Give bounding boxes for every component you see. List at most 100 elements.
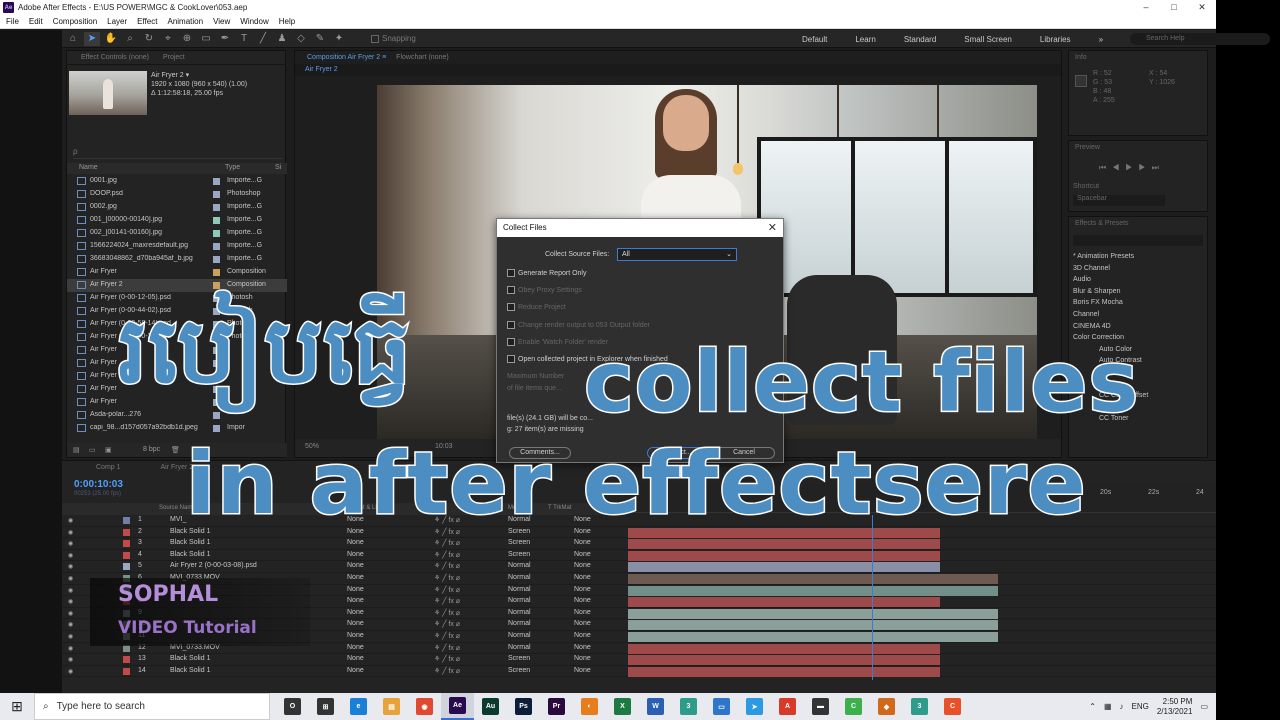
zoom-tool-icon[interactable]: ⌕ [122,32,138,46]
visibility-eye-icon[interactable]: ◉ [68,598,75,605]
tab-flowchart[interactable]: Flowchart (none) [396,54,449,61]
visibility-eye-icon[interactable]: ◉ [68,552,75,559]
layer-switches[interactable]: ⚘ ╱ fx ⌀ [434,562,460,570]
taskbar-search-box[interactable]: ⌕ Type here to search [34,693,270,720]
layer-label-swatch[interactable] [123,667,130,675]
bit-depth-label[interactable]: 8 bpc [143,446,160,453]
effect-category[interactable]: CINEMA 4D [1073,321,1148,333]
workspace-small-screen[interactable]: Small Screen [964,35,1012,44]
layer-trackmatte-dropdown[interactable]: None [574,586,591,593]
workspace-default[interactable]: Default [802,35,827,44]
visibility-eye-icon[interactable]: ◉ [68,529,75,536]
language-indicator[interactable]: ENG [1132,702,1149,711]
column-type[interactable]: Type [225,164,240,171]
taskbar-app-icon[interactable]: C [936,693,969,720]
layer-trackmatte-dropdown[interactable]: None [574,655,591,662]
menu-effect[interactable]: Effect [137,17,157,26]
layer-switches[interactable]: ⚘ ╱ fx ⌀ [434,609,460,617]
layer-duration-bar[interactable] [628,608,999,619]
layer-duration-bar[interactable] [628,643,940,654]
layer-mode-dropdown[interactable]: Normal [508,620,531,627]
tab-composition[interactable]: Composition Air Fryer 2 ≡ [307,54,386,61]
timeline-timecode[interactable]: 0:00:10:03 [74,479,123,490]
network-icon[interactable]: ▦ [1104,702,1112,711]
collect-source-dropdown[interactable]: All ⌄ [617,248,737,261]
menu-file[interactable]: File [6,17,19,26]
layer-duration-bar[interactable] [628,597,940,608]
snapping-toggle[interactable]: Snapping [371,34,416,43]
puppet-tool-icon[interactable]: ✦ [331,32,347,46]
layer-parent-dropdown[interactable]: None [347,586,364,593]
project-item[interactable]: Air Fryer 2 Composition [67,279,287,292]
layer-duration-bar[interactable] [628,655,940,666]
layer-label-swatch[interactable] [123,517,130,524]
layer-name[interactable]: Black Solid 1 [170,667,210,674]
layer-label-swatch[interactable] [123,551,130,559]
layer-trackmatte-dropdown[interactable]: None [574,562,591,569]
column-name[interactable]: Name [79,164,98,171]
pan-behind-tool-icon[interactable]: ⊕ [179,32,195,46]
brush-tool-icon[interactable]: ╱ [255,32,271,46]
layer-switches[interactable]: ⚘ ╱ fx ⌀ [434,574,460,582]
project-search-input[interactable]: ρ [73,147,283,159]
layer-parent-dropdown[interactable]: None [347,539,364,546]
tab-project[interactable]: Project [163,54,185,61]
preview-controls[interactable]: ⏮◀▶▶⏭ [1099,163,1165,173]
effect-category[interactable]: Boris FX Mocha [1073,297,1148,309]
visibility-eye-icon[interactable]: ◉ [68,517,75,524]
menu-layer[interactable]: Layer [107,17,127,26]
taskbar-app-icon[interactable]: 3 [903,693,936,720]
layer-name[interactable]: MVI_ [170,516,186,523]
hand-tool-icon[interactable]: ✋ [103,32,119,46]
layer-trackmatte-dropdown[interactable]: None [574,632,591,639]
layer-mode-dropdown[interactable]: Normal [508,586,531,593]
effect-category[interactable]: * Animation Presets [1073,251,1148,263]
menu-help[interactable]: Help [279,17,295,26]
taskbar-app-icon[interactable]: ➤ [738,693,771,720]
generate-report-checkbox[interactable]: Generate Report Only [507,269,586,277]
layer-trackmatte-dropdown[interactable]: None [574,574,591,581]
new-folder-icon[interactable]: ▭ [89,446,96,454]
change-render-output-checkbox[interactable]: Change render output to 053 Output folde… [507,321,650,329]
layer-parent-dropdown[interactable]: None [347,551,364,558]
obey-proxy-checkbox[interactable]: Obey Proxy Settings [507,286,582,294]
layer-row[interactable]: ◉ 13 Black Solid 1 None ⚘ ╱ fx ⌀ Screen None [62,654,1216,666]
layer-duration-bar[interactable] [628,573,999,584]
close-button[interactable]: ✕ [1188,0,1216,15]
layer-switches[interactable]: ⚘ ╱ fx ⌀ [434,586,460,594]
layer-switches[interactable]: ⚘ ╱ fx ⌀ [434,551,460,559]
layer-trackmatte-dropdown[interactable]: None [574,597,591,604]
layer-duration-bar[interactable] [628,666,940,677]
taskbar-app-icon[interactable]: Pr [540,693,573,720]
composition-breadcrumb[interactable]: Air Fryer 2 [295,64,1061,76]
layer-duration-bar[interactable] [628,562,940,573]
layer-parent-dropdown[interactable]: None [347,574,364,581]
taskbar-app-icon[interactable]: ⊞ [309,693,342,720]
menu-composition[interactable]: Composition [53,17,97,26]
layer-duration-bar[interactable] [628,585,999,596]
taskbar-app-icon[interactable]: C [837,693,870,720]
layer-label-swatch[interactable] [123,540,130,548]
search-help-input[interactable]: Search Help [1130,33,1270,45]
rectangle-tool-icon[interactable]: ▭ [198,32,214,46]
layer-switches[interactable]: ⚘ ╱ fx ⌀ [434,597,460,605]
eraser-tool-icon[interactable]: ◇ [293,32,309,46]
layer-switches[interactable]: ⚘ ╱ fx ⌀ [434,644,460,652]
taskbar-app-icon[interactable]: ▤ [375,693,408,720]
taskbar-app-icon[interactable]: X [606,693,639,720]
current-time-indicator[interactable] [872,515,873,680]
layer-mode-dropdown[interactable]: Screen [508,667,530,674]
layer-trackmatte-dropdown[interactable]: None [574,609,591,616]
menu-window[interactable]: Window [240,17,268,26]
taskbar-app-icon[interactable]: Ps [507,693,540,720]
effect-category[interactable]: 3D Channel [1073,263,1148,275]
layer-name[interactable]: Black Solid 1 [170,655,210,662]
notifications-icon[interactable]: ▭ [1200,702,1208,711]
taskbar-app-icon[interactable]: 3 [672,693,705,720]
layer-parent-dropdown[interactable]: None [347,620,364,627]
layer-trackmatte-dropdown[interactable]: None [574,620,591,627]
layer-parent-dropdown[interactable]: None [347,562,364,569]
column-size[interactable]: Si [275,164,281,171]
project-item[interactable]: 1566224024_maxresdefault.jpg Importe...G [67,240,287,253]
trash-icon[interactable]: 🗑 [171,446,180,454]
